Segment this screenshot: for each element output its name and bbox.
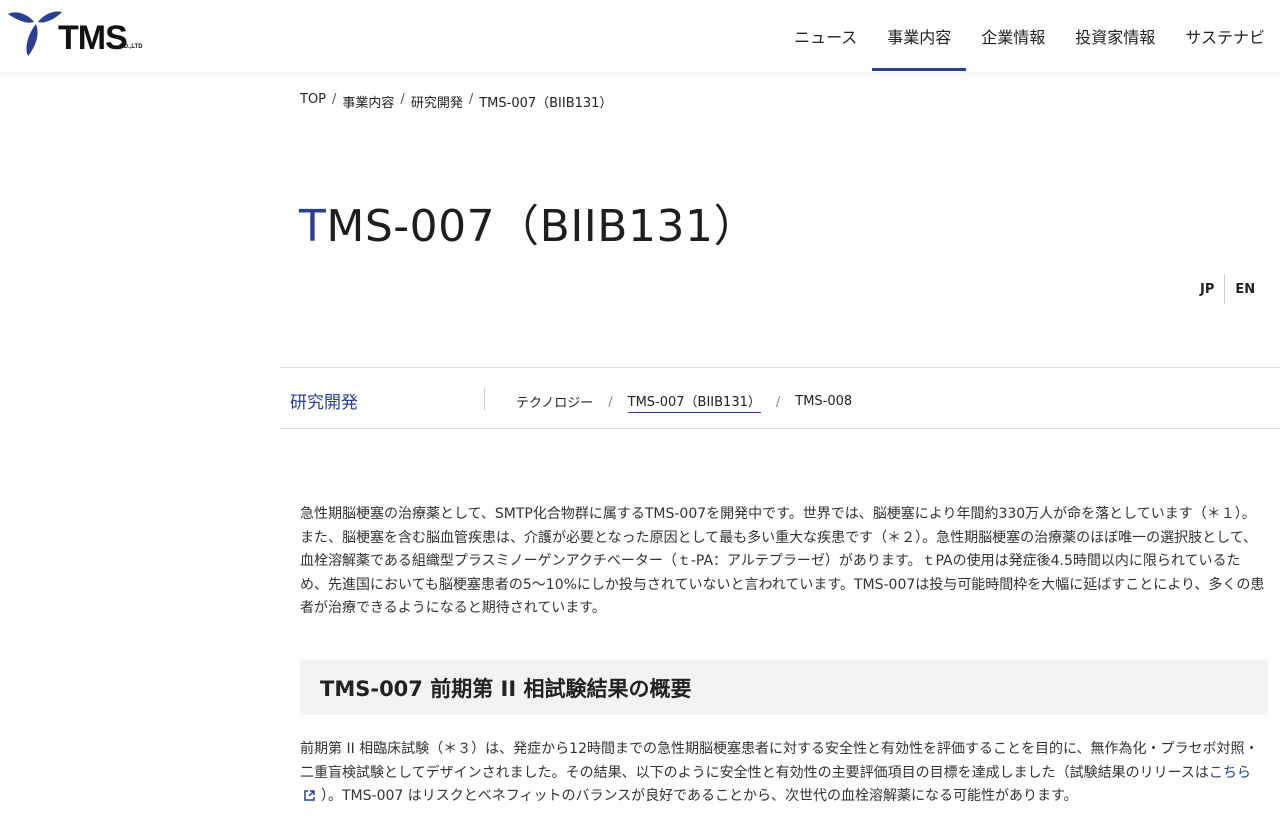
release-link[interactable]: こちら: [1209, 765, 1251, 781]
subnav-item-technology[interactable]: テクノロジー: [516, 392, 593, 413]
logo-subtext: CO.,LTD: [119, 44, 143, 50]
section-subnav: 研究開発 テクノロジー / TMS-007（BIIB131） / TMS-008: [280, 367, 1280, 429]
section-heading: TMS-007 前期第 II 相試験結果の概要: [300, 660, 1268, 715]
language-switcher: JP EN: [1190, 274, 1265, 304]
subnav-separator: /: [775, 394, 781, 410]
breadcrumb-business[interactable]: 事業内容: [342, 92, 394, 111]
global-nav: ニュース 事業内容 企業情報 投資家情報 サステナビ: [779, 0, 1280, 72]
page-title: TMS-007（BIIB131）: [299, 190, 758, 254]
nav-company[interactable]: 企業情報: [966, 0, 1060, 72]
subnav-title: 研究開発: [290, 393, 358, 413]
tms-logo-icon: [8, 11, 62, 56]
lang-en[interactable]: EN: [1225, 282, 1265, 297]
phase2-text-before: 前期第 II 相臨床試験（＊３）は、発症から12時間までの急性期脳梗塞患者に対す…: [300, 741, 1259, 781]
breadcrumb-separator: /: [400, 92, 405, 107]
site-header: TMS CO.,LTD ニュース 事業内容 企業情報 投資家情報 サステナビ: [0, 0, 1280, 72]
tms-logo[interactable]: TMS CO.,LTD: [6, 6, 146, 60]
breadcrumb-top[interactable]: TOP: [300, 92, 326, 111]
subnav-item-tms-007[interactable]: TMS-007（BIIB131）: [627, 391, 761, 413]
nav-investors[interactable]: 投資家情報: [1060, 0, 1170, 72]
breadcrumb-separator: /: [332, 92, 337, 107]
nav-news[interactable]: ニュース: [779, 0, 872, 72]
logo-text: TMS: [58, 19, 128, 57]
subnav-separator: /: [608, 394, 613, 410]
breadcrumb-research[interactable]: 研究開発: [411, 92, 463, 111]
breadcrumb-separator: /: [468, 92, 474, 107]
page-title-rest: MS-007（BIIB131）: [326, 201, 758, 252]
external-link-icon[interactable]: [304, 786, 315, 810]
subnav-item-tms-008[interactable]: TMS-008: [795, 394, 852, 411]
subnav-divider: [484, 388, 485, 410]
phase2-text-after: ）。TMS-007 はリスクとベネフィットのバランスが良好であることから、次世代…: [321, 788, 1078, 804]
nav-sustainability[interactable]: サステナビ: [1170, 0, 1280, 72]
breadcrumb: TOP / 事業内容 / 研究開発 / TMS-007（BIIB131）: [300, 92, 612, 111]
subnav-items: テクノロジー / TMS-007（BIIB131） / TMS-008: [516, 391, 852, 413]
page-title-initial: T: [299, 201, 327, 252]
nav-business[interactable]: 事業内容: [872, 0, 967, 72]
lang-jp[interactable]: JP: [1190, 282, 1224, 297]
phase2-paragraph: 前期第 II 相臨床試験（＊３）は、発症から12時間までの急性期脳梗塞患者に対す…: [300, 738, 1265, 810]
breadcrumb-current: TMS-007（BIIB131）: [479, 96, 613, 111]
intro-paragraph: 急性期脳梗塞の治療薬として、SMTP化合物群に属するTMS-007を開発中です。…: [300, 506, 1265, 616]
